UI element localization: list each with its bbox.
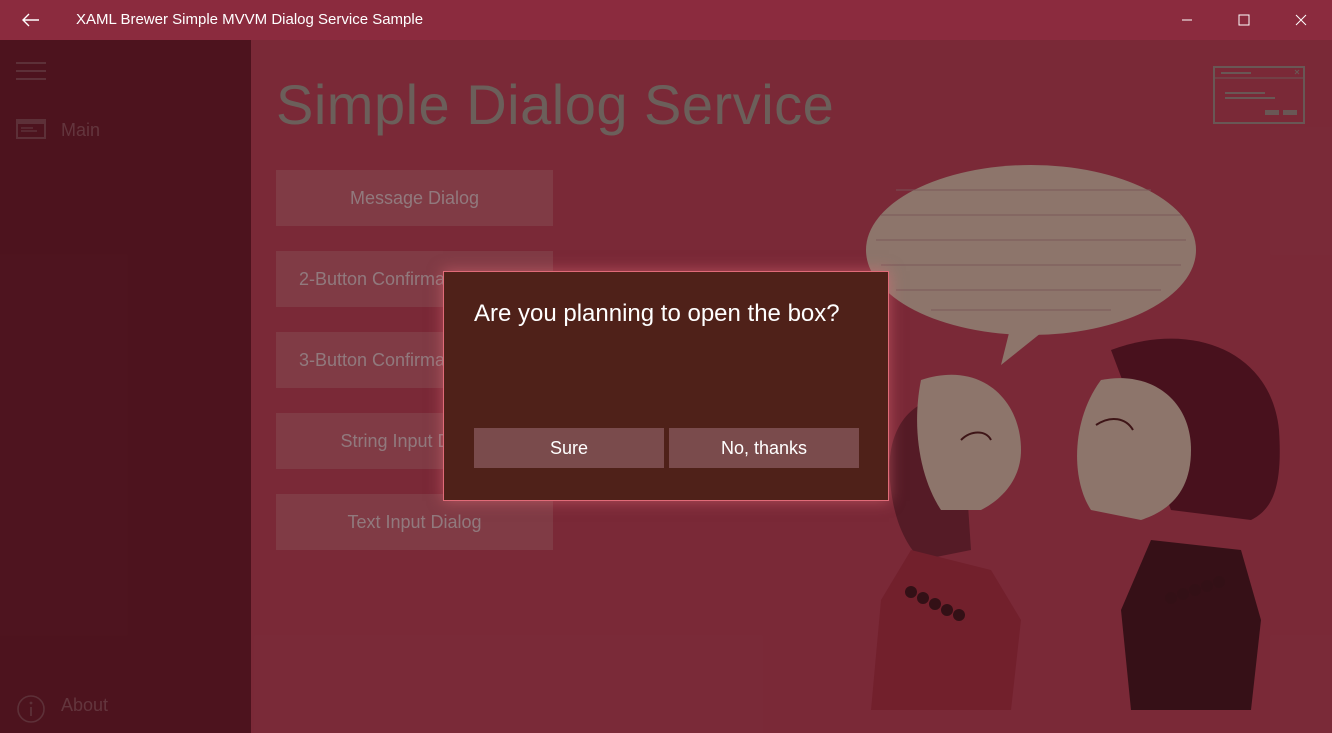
back-arrow-icon[interactable]: [16, 8, 46, 32]
dialog-question: Are you planning to open the box?: [474, 300, 840, 327]
close-button[interactable]: [1278, 0, 1324, 40]
sidebar-backdrop: [0, 40, 251, 733]
sure-button[interactable]: Sure: [474, 428, 664, 468]
window-title: XAML Brewer Simple MVVM Dialog Service S…: [76, 11, 424, 28]
title-bar: XAML Brewer Simple MVVM Dialog Service S…: [0, 0, 1332, 40]
maximize-button[interactable]: [1221, 0, 1267, 40]
no-thanks-button[interactable]: No, thanks: [669, 428, 859, 468]
confirmation-dialog: Are you planning to open the box? Sure N…: [443, 271, 889, 501]
minimize-button[interactable]: [1164, 0, 1210, 40]
